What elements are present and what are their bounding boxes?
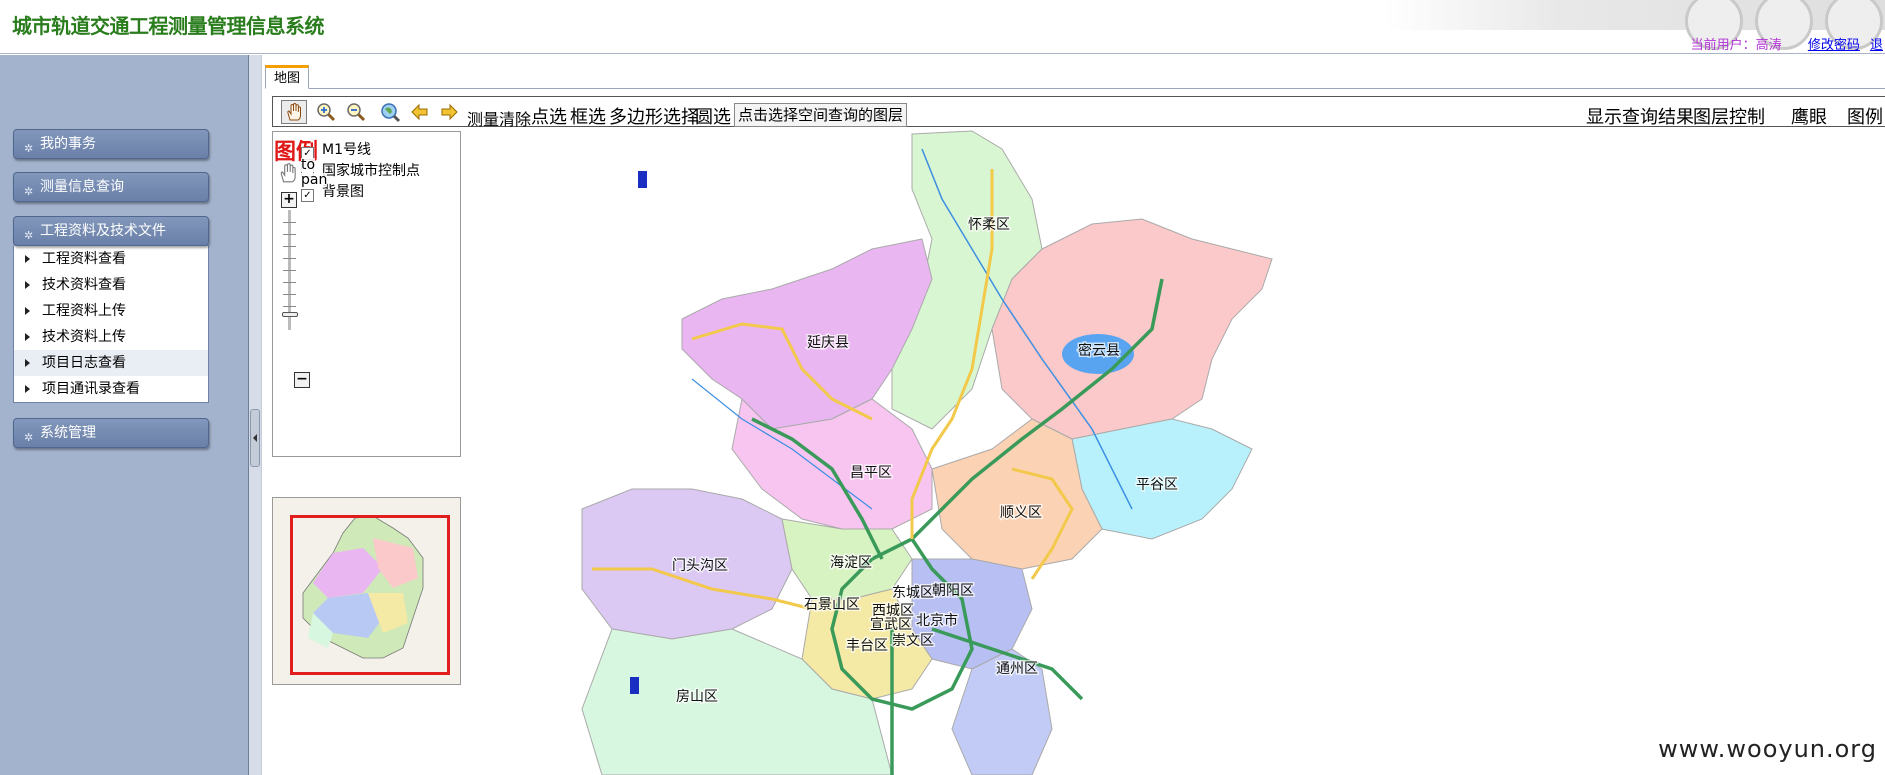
district-label: 东城区 — [892, 585, 934, 601]
nav-section-icon: ✲ — [24, 185, 34, 198]
sidebar: ✲ 我的事务 ✲ 测量信息查询 ✲ 工程资料及技术文件 工程资料查看 技术资料查… — [0, 55, 248, 775]
nav-head-label: 工程资料及技术文件 — [40, 223, 166, 239]
current-user-name: 高涛 — [1755, 38, 1782, 53]
district-label: 平谷区 — [1136, 477, 1178, 493]
main-content: 地图 测量 清除 点选 框选 多边形选择 圆选 点击选择空间查询的图层 显示查询… — [263, 55, 1885, 775]
point-select-button[interactable]: 点选 — [531, 103, 567, 129]
district-label: 通州区 — [996, 661, 1038, 677]
nav-item-technical-upload[interactable]: 技术资料上传 — [14, 324, 208, 350]
nav-section-survey-query: ✲ 测量信息查询 — [13, 172, 209, 202]
map-canvas[interactable]: 怀柔区 密云县 延庆县 昌平区 平谷区 顺义区 海淀区 门头沟区 石景山区 东城… — [272, 129, 1885, 775]
show-results-button[interactable]: 显示查询结果 — [1586, 103, 1694, 129]
district-label: 朝阳区 — [932, 583, 974, 599]
map-area[interactable]: 怀柔区 密云县 延庆县 昌平区 平谷区 顺义区 海淀区 门头沟区 石景山区 东城… — [272, 129, 1885, 775]
district-label: 昌平区 — [850, 465, 892, 481]
change-password-link[interactable]: 修改密码 — [1808, 38, 1860, 53]
map-marker[interactable] — [630, 677, 639, 694]
nav-section-icon: ✲ — [24, 431, 34, 444]
nav-section-icon: ✲ — [24, 142, 34, 155]
clear-button[interactable]: 清除 — [499, 106, 531, 130]
nav-head-my-tasks[interactable]: ✲ 我的事务 — [13, 129, 209, 159]
zoom-tick — [283, 222, 296, 223]
overview-map[interactable] — [272, 497, 461, 685]
district-label: 门头沟区 — [672, 558, 728, 574]
legend-row-label: 国家城市控制点 — [322, 163, 420, 179]
circle-select-button[interactable]: 圆选 — [695, 103, 731, 129]
zoom-out-icon[interactable] — [343, 100, 369, 124]
sidebar-splitter[interactable] — [248, 55, 262, 775]
back-arrow-icon[interactable] — [407, 100, 433, 124]
map-marker[interactable] — [638, 171, 647, 188]
tab-strip: 地图 — [265, 61, 1885, 89]
zoom-minus-button[interactable]: − — [294, 372, 310, 388]
district-label: 密云县 — [1078, 342, 1120, 359]
map-toolbar: 测量 清除 点选 框选 多边形选择 圆选 点击选择空间查询的图层 显示查询结果 … — [272, 96, 1885, 130]
pan-hand-icon[interactable] — [277, 162, 299, 184]
layer-control-button[interactable]: 图层控制 — [1693, 103, 1765, 129]
pan-hand-icon[interactable] — [281, 100, 307, 124]
nav-item-technical-view[interactable]: 技术资料查看 — [14, 272, 208, 298]
query-layer-select[interactable]: 点击选择空间查询的图层 — [734, 103, 908, 127]
collapse-sidebar-handle[interactable] — [250, 409, 260, 467]
app-title: 城市轨道交通工程测量管理信息系统 — [12, 14, 325, 38]
district-label: 崇文区 — [892, 633, 934, 649]
zoom-thumb[interactable] — [282, 312, 298, 317]
district-label: 顺义区 — [1000, 505, 1042, 521]
zoom-tick — [283, 270, 296, 271]
district-label: 房山区 — [676, 689, 718, 705]
district-label: 北京市 — [916, 612, 958, 629]
full-extent-icon[interactable] — [377, 100, 403, 124]
legend-panel: 图例 ✓ M1号线 国家城市控制点 ✓ 背景图 to pan + − — [272, 131, 461, 457]
zoom-tick — [283, 246, 296, 247]
district-label: 丰台区 — [846, 638, 888, 654]
measure-button[interactable]: 测量 — [467, 106, 499, 130]
nav-item-project-contacts[interactable]: 项目通讯录查看 — [14, 376, 208, 402]
zoom-plus-button[interactable]: + — [281, 192, 297, 208]
zoom-tick — [283, 306, 296, 307]
nav-head-system-admin[interactable]: ✲ 系统管理 — [13, 418, 209, 448]
forward-arrow-icon[interactable] — [436, 100, 462, 124]
eagle-eye-button[interactable]: 鹰眼 — [1791, 103, 1827, 129]
nav-head-label: 系统管理 — [40, 425, 96, 441]
tab-map[interactable]: 地图 — [265, 65, 310, 89]
zoom-tick — [283, 282, 296, 283]
nav-section-my-tasks: ✲ 我的事务 — [13, 129, 209, 159]
district-label: 石景山区 — [804, 597, 860, 613]
pan-tooltip-line-2: pan — [301, 172, 328, 188]
nav-head-label: 测量信息查询 — [40, 179, 124, 195]
nav-head-survey-query[interactable]: ✲ 测量信息查询 — [13, 172, 209, 202]
district-label: 海淀区 — [830, 555, 872, 571]
zoom-slider[interactable]: + — [281, 192, 299, 342]
legend-button[interactable]: 图例 — [1847, 103, 1883, 129]
polygon-select-button[interactable]: 多边形选择 — [609, 103, 699, 129]
pan-tooltip-line-1: to — [301, 157, 316, 173]
overview-extent-box[interactable] — [290, 515, 450, 675]
district-label: 宣武区 — [870, 617, 912, 633]
current-user-label: 当前用户： — [1690, 38, 1756, 53]
zoom-tick — [283, 234, 296, 235]
nav-section-engineering-docs: ✲ 工程资料及技术文件 工程资料查看 技术资料查看 工程资料上传 技术资料上传 … — [13, 216, 209, 403]
nav-head-engineering-docs[interactable]: ✲ 工程资料及技术文件 — [13, 216, 209, 246]
zoom-tick — [283, 258, 296, 259]
watermark: www.wooyun.org — [1658, 735, 1877, 763]
zoom-tick — [283, 294, 296, 295]
nav-item-project-log[interactable]: 项目日志查看 — [14, 350, 208, 376]
user-bar: 当前用户：高涛 修改密码 退 — [1691, 34, 1883, 53]
district-label: 怀柔区 — [968, 217, 1010, 233]
district-label: 延庆县 — [807, 335, 849, 351]
nav-list: 工程资料查看 技术资料查看 工程资料上传 技术资料上传 项目日志查看 项目通讯录… — [13, 246, 209, 403]
nav-item-engineering-view[interactable]: 工程资料查看 — [14, 246, 208, 272]
header-decoration — [1385, 0, 1885, 50]
zoom-in-icon[interactable] — [313, 100, 339, 124]
header: 城市轨道交通工程测量管理信息系统 当前用户：高涛 修改密码 退 — [0, 0, 1885, 54]
box-select-button[interactable]: 框选 — [570, 103, 606, 129]
nav-item-engineering-upload[interactable]: 工程资料上传 — [14, 298, 208, 324]
legend-row-label: M1号线 — [322, 142, 371, 158]
logout-link[interactable]: 退 — [1870, 38, 1883, 53]
nav-head-label: 我的事务 — [40, 136, 96, 152]
layer-checkbox[interactable]: ✓ — [301, 189, 314, 202]
nav-section-system-admin: ✲ 系统管理 — [13, 418, 209, 448]
legend-row-label: 背景图 — [322, 184, 364, 200]
